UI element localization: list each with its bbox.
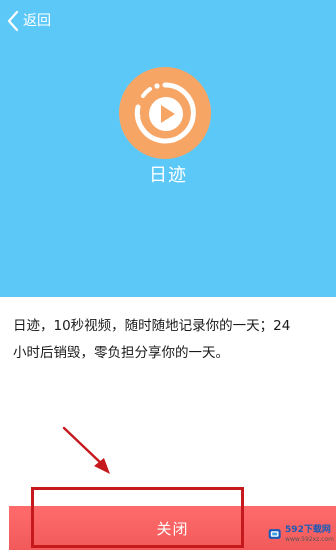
chevron-left-icon bbox=[7, 10, 19, 32]
back-label: 返回 bbox=[23, 13, 51, 29]
site-watermark: 592下载网 www.592xz.com bbox=[268, 520, 334, 548]
app-name: 日迹 bbox=[149, 165, 187, 186]
back-button[interactable]: 返回 bbox=[6, 8, 51, 34]
app-detail-page: 返回 日迹 日迹，10秒视频，随时随地记录你的一天；24 小时后销毁，零负担分享… bbox=[0, 0, 336, 553]
watermark-title: 592下载网 bbox=[285, 524, 331, 535]
header-panel: 返回 日迹 bbox=[0, 0, 336, 297]
watermark-url: www.592xz.com bbox=[285, 535, 334, 543]
description-line: 日迹，10秒视频，随时随地记录你的一天；24 bbox=[13, 318, 291, 334]
close-label: 关闭 bbox=[156, 519, 189, 538]
description-line: 小时后销毁，零负担分享你的一天。 bbox=[13, 345, 229, 361]
annotation-arrow-icon bbox=[62, 426, 110, 474]
app-logo bbox=[119, 67, 211, 159]
watermark-logo-icon bbox=[268, 529, 281, 539]
app-description: 日迹，10秒视频，随时随地记录你的一天；24 小时后销毁，零负担分享你的一天。 bbox=[13, 313, 325, 367]
play-icon bbox=[119, 67, 211, 159]
